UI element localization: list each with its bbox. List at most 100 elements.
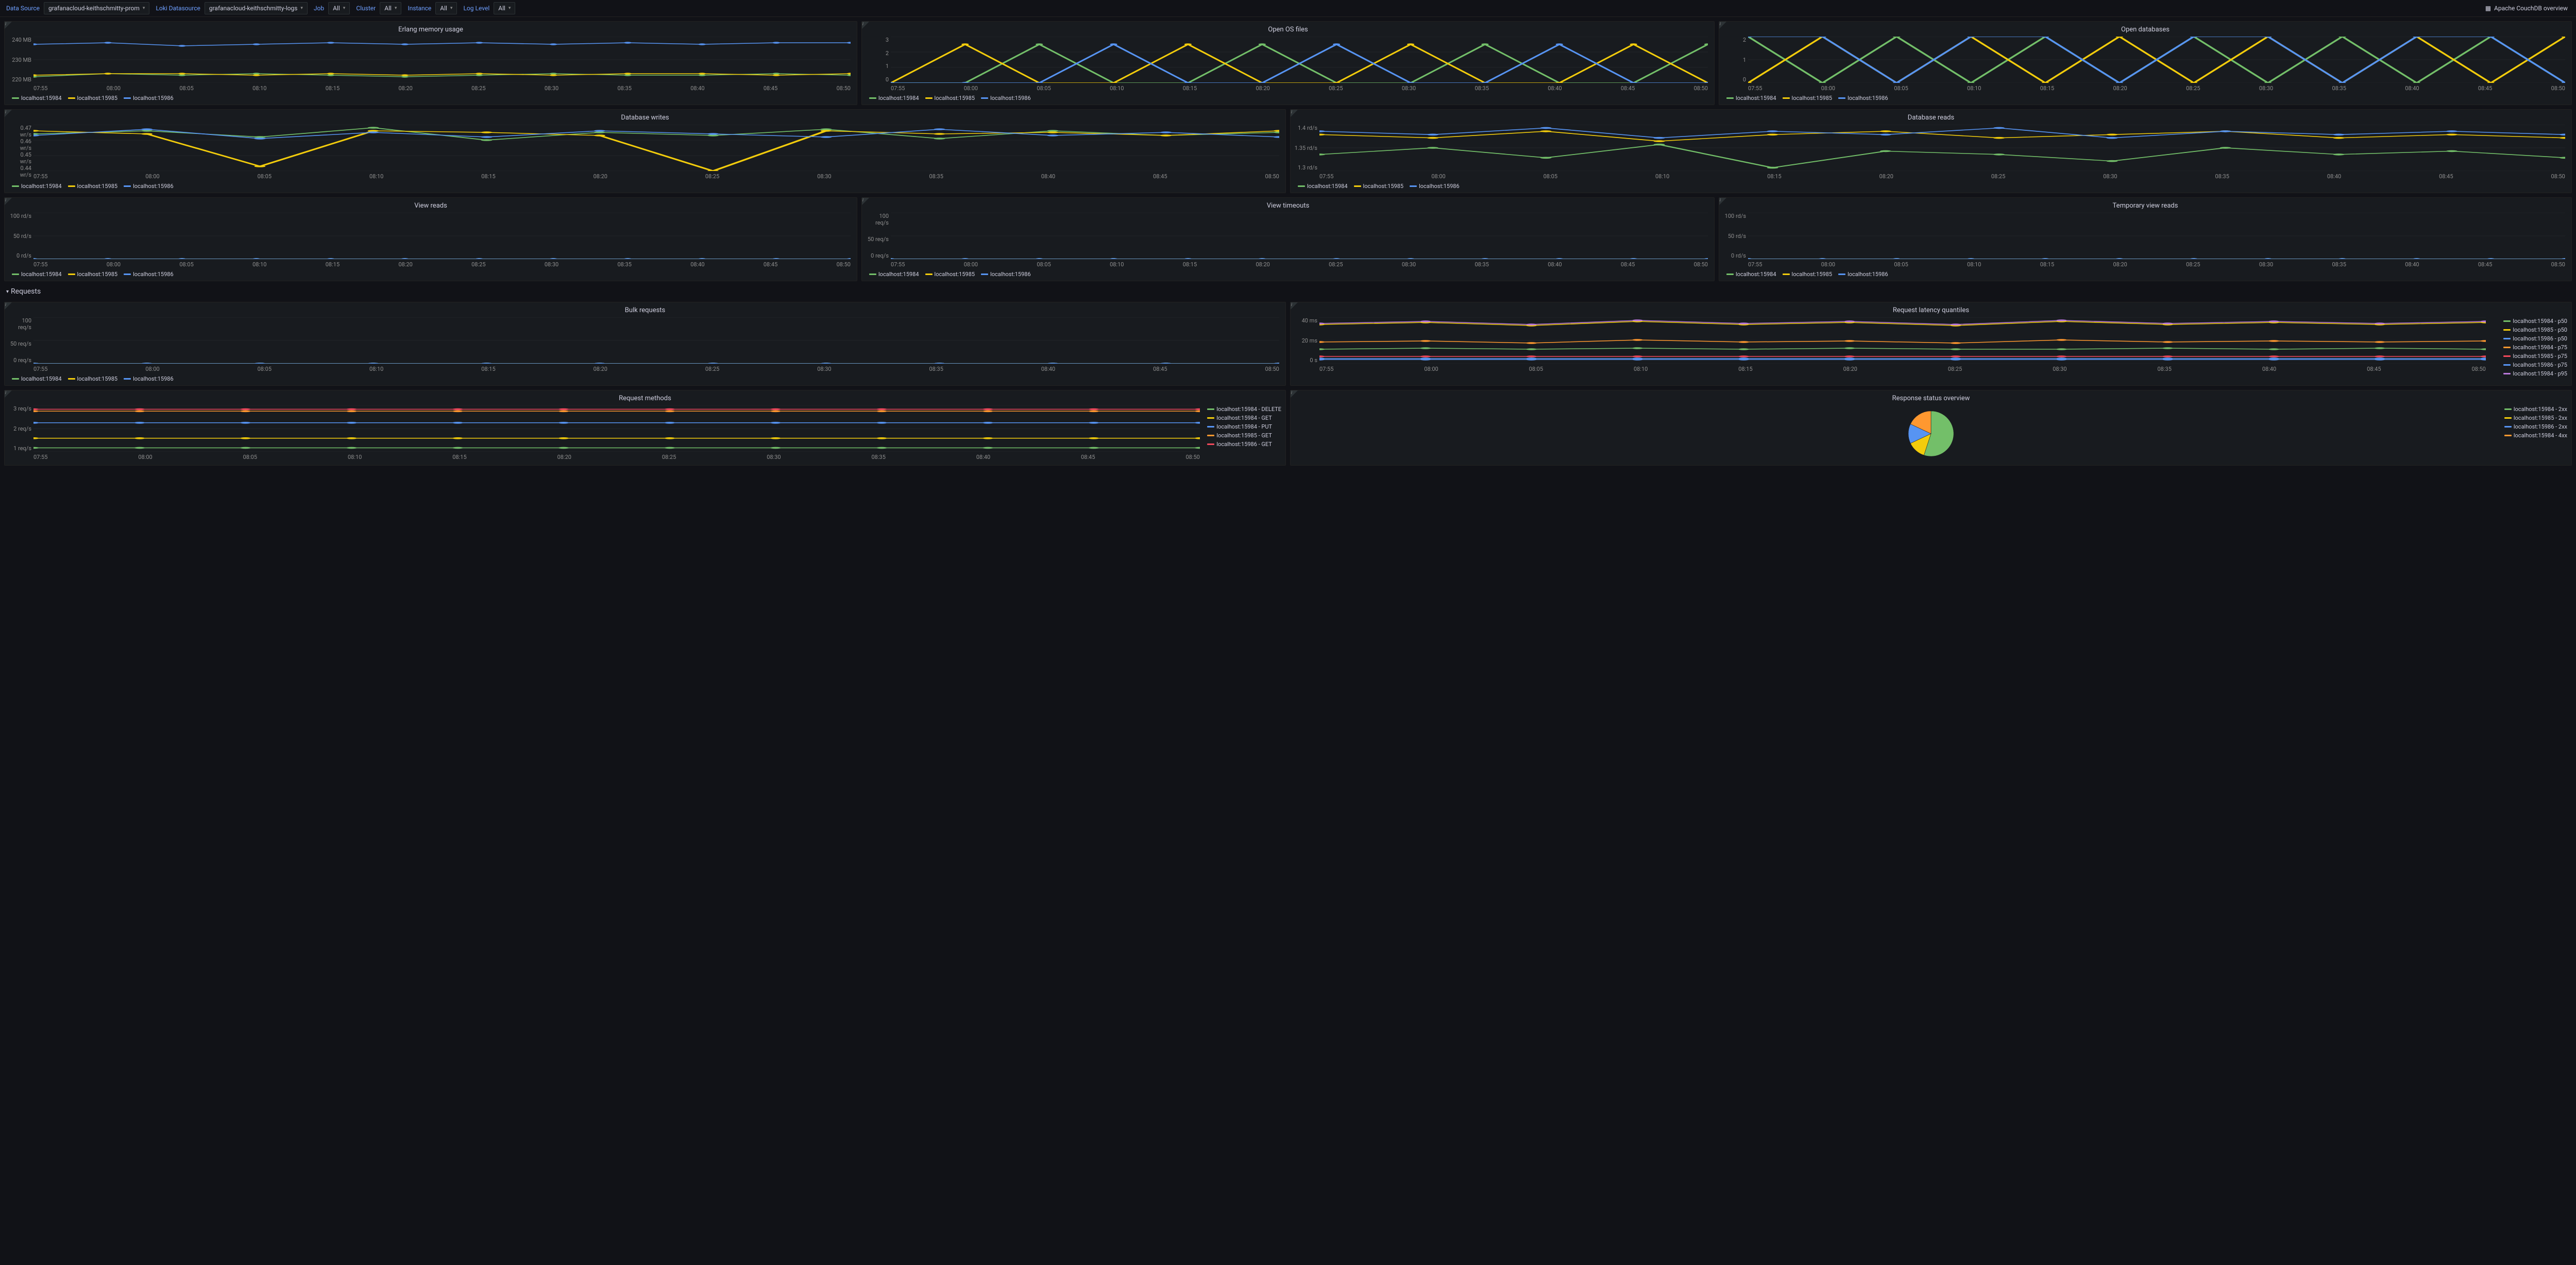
info-icon[interactable] bbox=[5, 22, 12, 29]
info-icon[interactable] bbox=[862, 198, 869, 205]
panel-request_latency[interactable]: Request latency quantiles40 ms20 ms0 s07… bbox=[1290, 302, 2572, 386]
chart-svg bbox=[1748, 37, 2565, 83]
legend-item[interactable]: localhost:15985 bbox=[68, 95, 118, 101]
legend-item[interactable]: localhost:15984 bbox=[12, 375, 62, 382]
legend-item[interactable]: localhost:15984 bbox=[12, 271, 62, 278]
var-value-text: grafanacloud-keithschmitty-logs bbox=[209, 5, 298, 12]
legend-item[interactable]: localhost:15986 bbox=[124, 271, 174, 278]
legend-item[interactable]: localhost:15984 bbox=[12, 95, 62, 101]
legend-item[interactable]: localhost:15986 bbox=[1838, 95, 1888, 101]
info-icon[interactable] bbox=[1719, 22, 1726, 29]
legend-item[interactable]: localhost:15985 - GET bbox=[1207, 432, 1281, 439]
info-icon[interactable] bbox=[5, 390, 12, 398]
y-axis-labels: 3 req/s2 req/s1 req/s bbox=[8, 405, 31, 452]
legend-item[interactable]: localhost:15986 - p75 bbox=[2503, 362, 2567, 368]
chart-area: 240 MB230 MB220 MB bbox=[33, 37, 851, 83]
y-tick: 3 bbox=[865, 37, 889, 43]
overview-link[interactable]: ▦ Apache CouchDB overview bbox=[2481, 3, 2572, 14]
legend-item[interactable]: localhost:15984 bbox=[12, 183, 62, 190]
legend-item[interactable]: localhost:15986 - p50 bbox=[2503, 335, 2567, 342]
legend-item[interactable]: localhost:15986 bbox=[124, 183, 174, 190]
y-tick: 0.47 wr/s bbox=[8, 125, 31, 138]
var-dropdown[interactable]: All▾ bbox=[328, 2, 350, 14]
panel-temporary_view_reads[interactable]: Temporary view reads100 rd/s50 rd/s0 rd/… bbox=[1719, 197, 2572, 281]
legend-item[interactable]: localhost:15986 bbox=[1838, 271, 1888, 278]
panel-database_reads[interactable]: Database reads1.4 rd/s1.35 rd/s1.3 rd/s0… bbox=[1290, 109, 2572, 193]
x-tick: 08:50 bbox=[837, 261, 851, 268]
legend-label: localhost:15985 bbox=[1363, 183, 1404, 190]
info-icon[interactable] bbox=[5, 198, 12, 205]
legend-item[interactable]: localhost:15984 - DELETE bbox=[1207, 406, 1281, 413]
legend-item[interactable]: localhost:15986 bbox=[981, 95, 1031, 101]
y-tick: 240 MB bbox=[8, 37, 31, 43]
panel-database_writes[interactable]: Database writes0.47 wr/s0.46 wr/s0.45 wr… bbox=[4, 109, 1286, 193]
legend-item[interactable]: localhost:15984 bbox=[869, 95, 919, 101]
y-axis-labels: 100 req/s50 req/s0 req/s bbox=[865, 213, 889, 259]
legend-item[interactable]: localhost:15984 - 2xx bbox=[2504, 406, 2567, 413]
x-tick: 08:15 bbox=[326, 261, 340, 268]
legend-item[interactable]: localhost:15984 bbox=[1726, 271, 1776, 278]
legend-item[interactable]: localhost:15986 bbox=[124, 375, 174, 382]
x-tick: 08:35 bbox=[1475, 85, 1489, 92]
panel-erlang_memory[interactable]: Erlang memory usage240 MB230 MB220 MB07:… bbox=[4, 21, 857, 105]
legend-swatch bbox=[12, 273, 19, 275]
legend-item[interactable]: localhost:15985 - p50 bbox=[2503, 327, 2567, 333]
info-icon[interactable] bbox=[5, 302, 12, 310]
y-axis-labels: 3210 bbox=[865, 37, 889, 83]
x-tick: 07:55 bbox=[33, 85, 47, 92]
legend-swatch bbox=[1207, 408, 1214, 410]
info-icon[interactable] bbox=[5, 110, 12, 117]
legend-item[interactable]: localhost:15986 bbox=[981, 271, 1031, 278]
panel-view_timeouts[interactable]: View timeouts100 req/s50 req/s0 req/s07:… bbox=[861, 197, 1715, 281]
chart-area: 1.4 rd/s1.35 rd/s1.3 rd/s bbox=[1319, 125, 2565, 171]
panel-open_databases[interactable]: Open databases21007:5508:0008:0508:1008:… bbox=[1719, 21, 2572, 105]
legend-item[interactable]: localhost:15984 - GET bbox=[1207, 415, 1281, 421]
panel-bulk_requests[interactable]: Bulk requests100 req/s50 req/s0 req/s07:… bbox=[4, 302, 1286, 386]
x-tick: 08:15 bbox=[1183, 261, 1197, 268]
var-dropdown[interactable]: grafanacloud-keithschmitty-logs▾ bbox=[205, 2, 308, 14]
legend-item[interactable]: localhost:15986 bbox=[1410, 183, 1460, 190]
var-dropdown[interactable]: All▾ bbox=[435, 2, 457, 14]
x-tick: 08:45 bbox=[2367, 366, 2381, 372]
panel-response_status[interactable]: Response status overviewlocalhost:15984 … bbox=[1290, 390, 2572, 466]
legend-item[interactable]: localhost:15984 - p95 bbox=[2503, 370, 2567, 377]
y-tick: 100 rd/s bbox=[1722, 213, 1746, 219]
info-icon[interactable] bbox=[1291, 302, 1298, 310]
legend-item[interactable]: localhost:15985 bbox=[1783, 271, 1833, 278]
legend-item[interactable]: localhost:15985 bbox=[68, 183, 118, 190]
legend-item[interactable]: localhost:15985 bbox=[68, 375, 118, 382]
legend-item[interactable]: localhost:15985 bbox=[925, 271, 975, 278]
legend-item[interactable]: localhost:15986 - GET bbox=[1207, 441, 1281, 448]
var-dropdown[interactable]: All▾ bbox=[380, 2, 401, 14]
legend-swatch bbox=[68, 185, 75, 187]
panel-open_os_files[interactable]: Open OS files321007:5508:0008:0508:1008:… bbox=[861, 21, 1715, 105]
legend-item[interactable]: localhost:15986 - 2xx bbox=[2504, 423, 2567, 430]
legend-item[interactable]: localhost:15986 bbox=[124, 95, 174, 101]
legend-item[interactable]: localhost:15985 bbox=[1354, 183, 1404, 190]
legend-item[interactable]: localhost:15985 - 2xx bbox=[2504, 415, 2567, 421]
info-icon[interactable] bbox=[862, 22, 869, 29]
panel-view_reads[interactable]: View reads100 rd/s50 rd/s0 rd/s07:5508:0… bbox=[4, 197, 857, 281]
legend-item[interactable]: localhost:15984 - p50 bbox=[2503, 318, 2567, 324]
var-dropdown[interactable]: grafanacloud-keithschmitty-prom▾ bbox=[44, 2, 149, 14]
legend-item[interactable]: localhost:15984 - p75 bbox=[2503, 344, 2567, 351]
x-tick: 08:20 bbox=[1256, 85, 1269, 92]
row-header-requests[interactable]: ▾Requests bbox=[4, 285, 2572, 298]
legend-item[interactable]: localhost:15985 bbox=[68, 271, 118, 278]
legend-item[interactable]: localhost:15984 bbox=[1726, 95, 1776, 101]
legend-item[interactable]: localhost:15985 bbox=[1783, 95, 1833, 101]
x-tick: 08:05 bbox=[1037, 85, 1050, 92]
var-dropdown[interactable]: All▾ bbox=[494, 2, 515, 14]
legend-item[interactable]: localhost:15984 - 4xx bbox=[2504, 432, 2567, 439]
info-icon[interactable] bbox=[1719, 198, 1726, 205]
x-tick: 08:25 bbox=[705, 366, 719, 372]
legend-item[interactable]: localhost:15984 bbox=[1298, 183, 1348, 190]
legend-item[interactable]: localhost:15985 - p75 bbox=[2503, 353, 2567, 360]
legend-item[interactable]: localhost:15985 bbox=[925, 95, 975, 101]
legend-item[interactable]: localhost:15984 bbox=[869, 271, 919, 278]
panel-request_methods[interactable]: Request methods3 req/s2 req/s1 req/s07:5… bbox=[4, 390, 1286, 466]
info-icon[interactable] bbox=[1291, 110, 1298, 117]
x-axis-labels: 07:5508:0008:0508:1008:1508:2008:2508:30… bbox=[33, 171, 1279, 180]
legend-item[interactable]: localhost:15984 - PUT bbox=[1207, 423, 1281, 430]
info-icon[interactable] bbox=[1291, 390, 1298, 398]
